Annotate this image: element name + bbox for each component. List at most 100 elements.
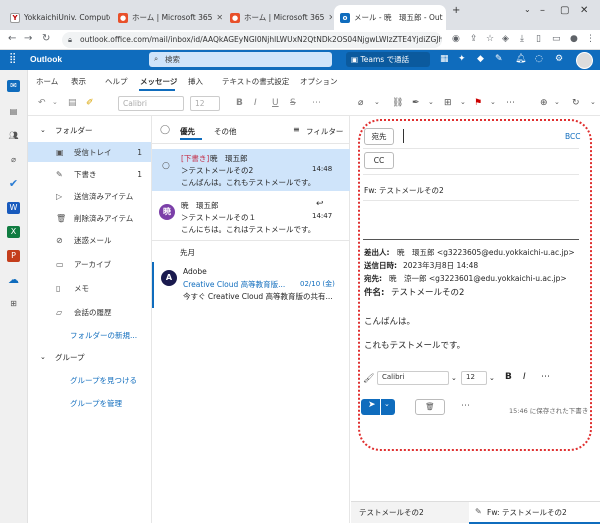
discard-button[interactable]: 🗑︎ [415,399,445,415]
chevron-down-icon[interactable]: ⌄ [40,353,46,361]
onedrive-icon[interactable]: ☁ [7,274,20,286]
chevron-down-icon[interactable]: ⌄ [374,98,380,106]
forward-arrow-icon[interactable]: → [24,33,32,44]
filter-label[interactable]: フィルター [306,126,343,137]
groups-label[interactable]: グループ [55,352,85,363]
link-icon[interactable]: ⛓ [392,98,403,108]
share-icon[interactable]: ⇪ [470,34,478,44]
tips-icon[interactable]: ◌ [535,54,543,64]
window-icon[interactable]: ▭ [552,34,561,44]
profile-icon[interactable]: ● [570,34,578,44]
sidepanel-icon[interactable]: ▯ [536,34,541,44]
premium-icon[interactable]: ◆ [477,54,484,64]
todo-check-icon[interactable]: ✔ [7,178,20,190]
extensions-icon[interactable]: ◈ [502,34,509,44]
more-format-icon[interactable]: ⋯ [312,98,321,108]
url-field[interactable]: 🔒︎ outlook.office.com/mail/inbox/id/AAQk… [62,32,442,48]
chevron-down-icon[interactable]: ⌄ [590,98,596,106]
folder-junk[interactable]: ⊘ 迷惑メール [28,230,151,250]
tab-text-format[interactable]: テキストの書式設定 [222,76,289,87]
draft-tab-active[interactable]: ✎ Fw: テストメールその2 [469,502,600,524]
minimize-icon[interactable]: – [540,5,545,16]
folder-inbox[interactable]: ▣ 受信トレイ 1 [28,142,151,162]
more-apps-icon[interactable]: ⊞ [7,298,20,310]
powerpoint-icon[interactable]: P [7,250,20,262]
close-window-icon[interactable]: ✕ [580,5,588,16]
tab-home[interactable]: ホーム [36,76,58,87]
tab-search-icon[interactable]: ⌄ [524,5,531,14]
find-groups-link[interactable]: グループを見つける [70,375,137,386]
people-icon[interactable]: 👥︎ [7,130,20,142]
chevron-down-icon[interactable]: ⌄ [40,126,46,134]
font-size-field[interactable]: 12 [190,96,220,111]
underline-icon[interactable]: U [272,98,279,108]
avatar[interactable] [576,52,593,69]
chevron-down-icon[interactable]: ⌄ [428,98,434,106]
teams-call-button[interactable]: ▣ Teams で通話 [346,52,430,67]
settings-gear-icon[interactable]: ⚙ [555,54,563,64]
chevron-down-icon[interactable]: ⌄ [384,400,390,408]
reply-icon[interactable]: ↩ [316,199,324,209]
draft-tab[interactable]: テストメールその2 [359,507,424,518]
more-options-icon[interactable]: ⋯ [506,98,515,108]
compose-size-field[interactable]: 12 [461,371,487,385]
teams-icon[interactable]: ✦ [458,54,466,64]
folder-archive[interactable]: ▭ アーカイブ [28,254,151,274]
browser-menu-icon[interactable]: ⋮ [586,34,595,44]
bold-icon[interactable]: B [236,98,243,108]
more-format-icon[interactable]: ⋯ [541,372,550,382]
body-line-2[interactable]: これもテストメールです。 [364,339,465,351]
app-launcher-icon[interactable]: ⣿ [9,53,16,64]
chevron-down-icon[interactable]: ⌄ [460,98,466,106]
tab-message[interactable]: メッセージ [140,76,177,87]
star-icon[interactable]: ☆ [486,34,494,44]
filter-icon[interactable]: ≡ [293,125,300,134]
table-icon[interactable]: ⊞ [444,98,452,108]
body-line-1[interactable]: こんばんは。 [364,315,415,327]
signature-icon[interactable]: ✒ [412,98,420,108]
font-name-field[interactable]: Calibri [118,96,184,111]
send-button[interactable]: ➤ ⌄ [361,399,395,415]
chevron-down-icon[interactable]: ⌄ [52,98,58,106]
select-all-icon[interactable]: ◯ [160,125,170,135]
new-folder-link[interactable]: フォルダーの新規... [70,330,137,341]
chevron-down-icon[interactable]: ⌄ [451,374,457,382]
tab-options[interactable]: オプション [300,76,338,87]
browser-tab[interactable]: ● ホーム | Microsoft 365 ✕ [112,5,222,30]
manage-groups-link[interactable]: グループを管理 [70,398,122,409]
tab-view[interactable]: 表示 [71,76,86,87]
list-item[interactable]: 暁 暁 環五郎 ↩ ＞テストメールその１ 14:47 こんにちは。これはテストメ… [152,196,350,240]
attach-file-icon[interactable]: ⌀ [358,98,363,108]
folder-conversation-history[interactable]: ▱ 会話の履歴 [28,302,151,322]
attach-icon[interactable]: ⌀ [7,154,20,166]
undo-icon[interactable]: ↶ [38,98,46,108]
italic-icon[interactable]: I [254,98,257,108]
search-input[interactable]: ⌕ 検索 [149,52,332,67]
maximize-icon[interactable]: ▢ [560,5,569,16]
new-tab-button[interactable]: + [452,5,460,16]
italic-icon[interactable]: I [523,372,526,382]
more-options-icon[interactable]: ⋯ [461,401,470,411]
to-button[interactable]: 宛先 [364,128,394,145]
list-item[interactable]: A Adobe Creative Cloud 高等教育版... 02/10 (金… [152,262,350,308]
reload-icon[interactable]: ↻ [42,33,50,44]
app-title[interactable]: Outlook [30,54,62,64]
folder-deleted[interactable]: 🗑︎ 削除済みアイテム [28,208,151,228]
flag-icon[interactable]: ⚑ [474,98,482,108]
folder-notes[interactable]: ▯ メモ [28,278,151,298]
tab-help[interactable]: ヘルプ [105,76,128,87]
cc-button[interactable]: CC [364,152,394,169]
calendar-icon[interactable]: ▤ [7,106,20,118]
list-item[interactable]: ○ [下書き] 暁 環五郎 ＞テストメールその2 14:48 こんばんは。これも… [152,149,350,191]
format-painter-icon[interactable]: ✐ [86,98,94,108]
browser-tab[interactable]: ● ホーム | Microsoft 365 ✕ [224,5,332,30]
folder-drafts[interactable]: ✎ 下書き 1 [28,164,151,184]
eye-icon[interactable]: ◉ [452,34,460,44]
redo-icon[interactable]: ↻ [572,98,580,108]
browser-tab[interactable]: Y YokkaichiUniv. Compute [4,5,110,30]
chevron-down-icon[interactable]: ⌄ [489,374,495,382]
back-arrow-icon[interactable]: ← [8,33,16,44]
my-day-icon[interactable]: ▦ [440,54,449,64]
browser-tab-active[interactable]: o メール - 暁 環五郎 - Out ✕ [334,5,446,30]
bcc-button[interactable]: BCC [565,132,581,141]
